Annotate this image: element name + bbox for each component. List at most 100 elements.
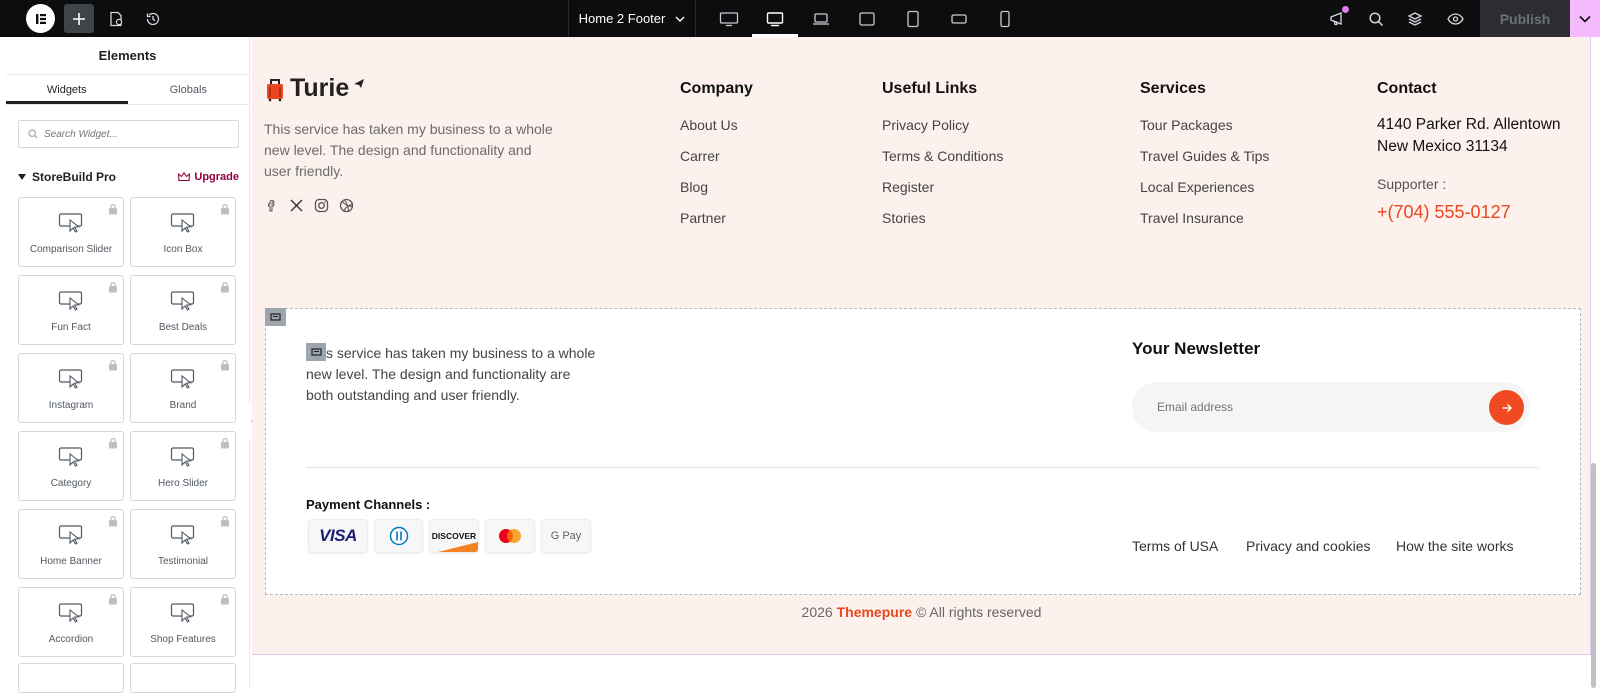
document-title-dropdown[interactable]: Home 2 Footer [568, 0, 696, 37]
category-toggle[interactable]: StoreBuild Pro [18, 170, 116, 184]
footer-link-partner[interactable]: Partner [680, 210, 726, 226]
footer-link-terms[interactable]: Terms & Conditions [882, 148, 1003, 164]
contact-address-line-1: 4140 Parker Rd. Allentown [1377, 116, 1561, 133]
widget-label: Accordion [48, 634, 94, 645]
copyright-year: 2026 [801, 604, 833, 620]
structure-button[interactable] [1400, 4, 1430, 33]
widget-handle[interactable] [306, 343, 326, 361]
widget-tile[interactable]: Shop Features [130, 587, 236, 657]
lock-icon [109, 515, 117, 527]
tab-widgets[interactable]: Widgets [6, 75, 128, 104]
link-terms-of-usa[interactable]: Terms of USA [1132, 538, 1218, 554]
widget-search[interactable] [18, 120, 239, 148]
widget-tile[interactable]: Hero Slider [130, 431, 236, 501]
widget-tile[interactable]: Brand [130, 353, 236, 423]
widget-tile[interactable]: Accordion [18, 587, 124, 657]
publish-button[interactable]: Publish [1480, 0, 1570, 37]
add-element-button[interactable] [64, 4, 94, 33]
document-title: Home 2 Footer [578, 11, 666, 26]
device-desktop-button[interactable] [706, 0, 752, 37]
link-how-the-site-works[interactable]: How the site works [1396, 538, 1513, 554]
widget-pointer-icon [170, 291, 195, 311]
search-icon [28, 129, 38, 139]
device-mobile-button[interactable] [982, 0, 1028, 37]
footer-link-travel-insurance[interactable]: Travel Insurance [1140, 210, 1244, 226]
payment-diners-club [374, 519, 423, 553]
footer-link-privacy-policy[interactable]: Privacy Policy [882, 117, 969, 133]
search-icon [1369, 11, 1384, 26]
x-icon[interactable] [289, 198, 304, 213]
newsletter-submit-button[interactable] [1489, 390, 1524, 425]
column-title-services: Services [1140, 80, 1206, 97]
page-settings-button[interactable] [101, 4, 131, 33]
history-button[interactable] [138, 4, 168, 33]
brand-logo[interactable]: Turie [264, 74, 365, 103]
elementor-logo-icon [35, 13, 46, 24]
plus-icon [73, 12, 85, 25]
tab-globals[interactable]: Globals [128, 75, 250, 104]
device-tablet-portrait-button[interactable] [890, 0, 936, 37]
footer-bottom-section[interactable]: s service has taken my business to a who… [265, 308, 1581, 595]
widget-tile[interactable]: Testimonial [130, 509, 236, 579]
footer-link-local-experiences[interactable]: Local Experiences [1140, 179, 1254, 195]
lock-icon [109, 593, 117, 605]
widget-tile[interactable]: Category [18, 431, 124, 501]
lock-icon [109, 359, 117, 371]
widget-tile[interactable]: Icon Box [130, 197, 236, 267]
widget-label: Home Banner [40, 556, 102, 567]
footer-link-tour-packages[interactable]: Tour Packages [1140, 117, 1233, 133]
column-title-company: Company [680, 80, 753, 97]
search-button[interactable] [1361, 4, 1391, 33]
contact-phone[interactable]: +(704) 555-0127 [1377, 202, 1511, 223]
upgrade-link[interactable]: Upgrade [178, 171, 239, 183]
widget-search-input[interactable] [44, 128, 224, 140]
section-handle[interactable] [265, 308, 286, 326]
widget-tile[interactable]: Instagram [18, 353, 124, 423]
newsletter-form [1132, 382, 1530, 432]
category-header[interactable]: StoreBuild Pro Upgrade [18, 170, 239, 184]
link-privacy-and-cookies[interactable]: Privacy and cookies [1246, 538, 1371, 554]
widget-tile[interactable] [18, 663, 124, 693]
instagram-icon[interactable] [314, 198, 329, 213]
facebook-icon[interactable] [264, 198, 279, 213]
widget-tile[interactable] [130, 663, 236, 693]
layers-icon [1407, 11, 1423, 26]
contact-address-line-2: New Mexico 31134 [1377, 138, 1508, 155]
device-mobile-landscape-button[interactable] [936, 0, 982, 37]
copyright-brand[interactable]: Themepure [837, 604, 912, 620]
preview-button[interactable] [1440, 4, 1470, 33]
footer-link-about-us[interactable]: About Us [680, 117, 738, 133]
dribbble-icon[interactable] [339, 198, 354, 213]
device-tablet-landscape-button[interactable] [752, 0, 798, 37]
chevron-down-icon [675, 16, 685, 22]
section-divider [306, 467, 1539, 468]
lock-icon [221, 359, 229, 371]
footer-link-register[interactable]: Register [882, 179, 934, 195]
footer-link-carrer[interactable]: Carrer [680, 148, 720, 164]
chevron-down-icon [1579, 15, 1591, 23]
column-title-contact: Contact [1377, 80, 1437, 97]
device-laptop-button[interactable] [798, 0, 844, 37]
widget-tile[interactable]: Comparison Slider [18, 197, 124, 267]
discover-logo: DISCOVER [431, 531, 477, 541]
canvas-scrollbar[interactable] [1591, 463, 1596, 688]
section-edit-icon [270, 313, 281, 321]
tablet-icon [859, 11, 875, 26]
payment-discover: DISCOVER [429, 519, 479, 553]
publish-options-button[interactable] [1570, 0, 1600, 37]
payment-visa: VISA [308, 519, 368, 553]
footer-link-stories[interactable]: Stories [882, 210, 926, 226]
preview-icon [1446, 12, 1464, 25]
widget-pointer-icon [170, 525, 195, 545]
widget-label: Hero Slider [157, 478, 209, 489]
widget-tile[interactable]: Home Banner [18, 509, 124, 579]
widget-tile[interactable]: Best Deals [130, 275, 236, 345]
footer-link-blog[interactable]: Blog [680, 179, 708, 195]
elementor-logo-button[interactable] [26, 4, 55, 33]
device-tablet-button[interactable] [844, 0, 890, 37]
footer-link-travel-guides[interactable]: Travel Guides & Tips [1140, 148, 1269, 164]
widget-tile[interactable]: Fun Fact [18, 275, 124, 345]
widget-label: Category [50, 478, 92, 489]
newsletter-email-input[interactable] [1157, 400, 1457, 414]
widget-pointer-icon [170, 603, 195, 623]
